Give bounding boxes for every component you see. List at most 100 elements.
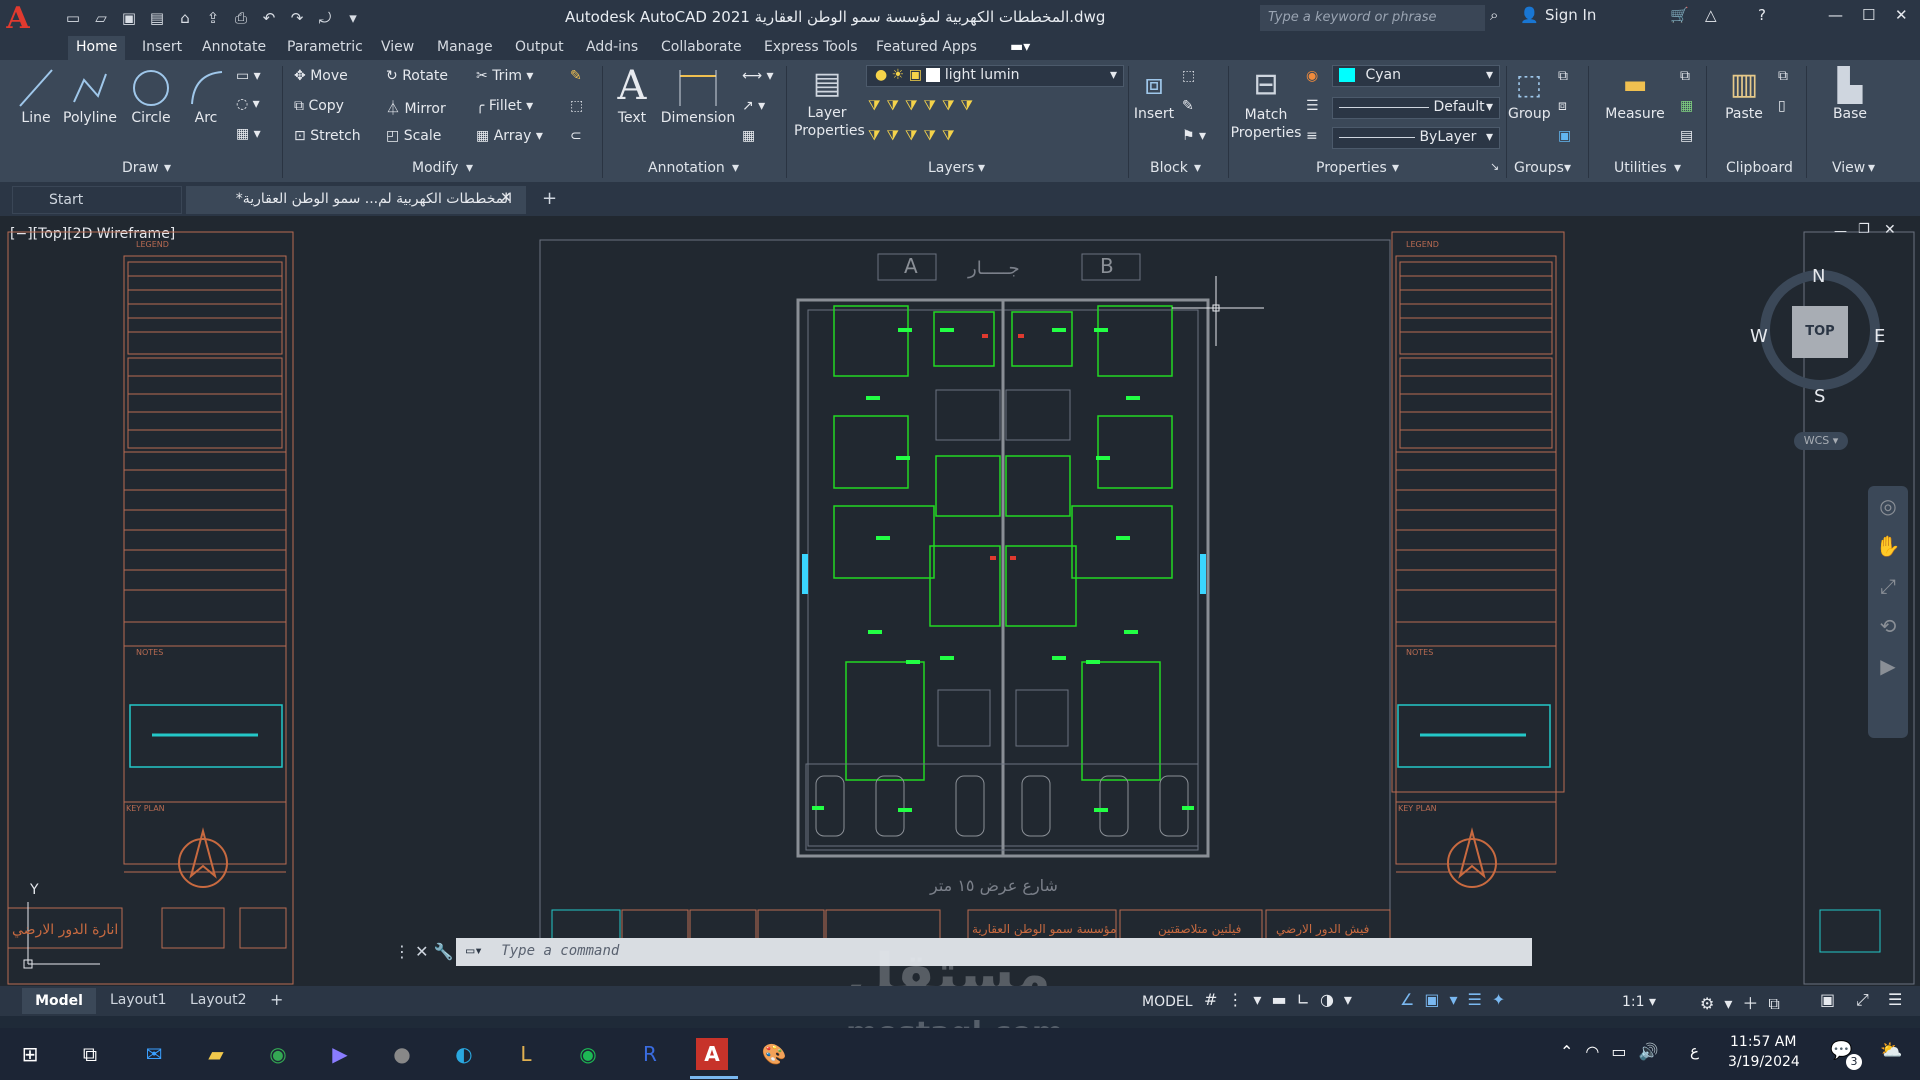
select-all-icon[interactable]: ▦ (1680, 98, 1693, 114)
edge-icon[interactable]: ◐ (448, 1038, 480, 1070)
group-button[interactable]: ⬚ Group (1508, 64, 1551, 122)
text-button[interactable]: A Text (610, 62, 654, 126)
fillet-button[interactable]: ╭ Fillet ▾ (476, 98, 533, 114)
chevron-down-icon[interactable]: ▾ (466, 160, 473, 176)
linear-dim-icon[interactable]: ⟷ ▾ (742, 68, 774, 84)
quick-select-icon[interactable]: ⧉ (1680, 68, 1690, 84)
scale-button[interactable]: ◰ Scale (386, 128, 441, 144)
plot-icon[interactable]: ⎙ (230, 7, 252, 29)
calculator-icon[interactable]: ▤ (1680, 128, 1693, 144)
windows-start-icon[interactable]: ⊞ (14, 1038, 46, 1070)
color-dropdown[interactable]: Cyan ▾ (1332, 65, 1500, 87)
explode-icon[interactable]: ⬚ (570, 98, 583, 114)
clipboard-panel-label[interactable]: Clipboard (1726, 160, 1793, 176)
tab-insert[interactable]: Insert (142, 39, 182, 55)
input-language[interactable]: ع (1690, 1042, 1699, 1060)
group-select-icon[interactable]: ▣ (1558, 128, 1571, 144)
tab-express-tools[interactable]: Express Tools (764, 39, 858, 55)
block-attr-icon[interactable]: ⚑ ▾ (1182, 128, 1206, 144)
polyline-button[interactable]: Polyline (62, 66, 118, 126)
layer-tools-row1[interactable]: ⧩⧩⧩⧩⧩⧩ (868, 98, 979, 114)
open-folder-icon[interactable]: ▱ (90, 7, 112, 29)
viewcube-south[interactable]: S (1814, 386, 1825, 407)
status-toggles-right[interactable]: ⚙▾＋⧉ (1700, 990, 1790, 1014)
close-tab-icon[interactable]: ✕ (500, 190, 512, 206)
viewport-close-icon[interactable]: ✕ (1884, 222, 1896, 238)
create-block-icon[interactable]: ⬚ (1182, 68, 1195, 84)
status-toggles-blue[interactable]: ∠▣▾☰✦ (1400, 990, 1515, 1009)
minimize-icon[interactable]: — (1828, 6, 1843, 24)
chrome-icon[interactable]: ◉ (262, 1038, 294, 1070)
chevron-down-icon[interactable]: ▾ (732, 160, 739, 176)
panel-launcher-icon[interactable]: ↘ (1490, 160, 1499, 173)
block-panel-label[interactable]: Block (1150, 160, 1188, 176)
search-icon[interactable]: ⌕ (1490, 6, 1498, 24)
chevron-down-icon[interactable]: ▾ (1868, 160, 1875, 176)
tab-addins[interactable]: Add-ins (586, 39, 638, 55)
help-search-input[interactable]: Type a keyword or phrase (1260, 5, 1485, 31)
video-editor-icon[interactable]: ▶ (324, 1038, 356, 1070)
tab-drawing-file[interactable]: المخططات الكهربية لم... سمو الوطن العقار… (186, 186, 526, 214)
hardware-accel-icon[interactable]: ▣ (1820, 990, 1835, 1009)
dimension-button[interactable]: Dimension (660, 66, 736, 126)
group-edit-icon[interactable]: ⧈ (1558, 98, 1567, 114)
clock-date[interactable]: 3/19/2024 (1728, 1054, 1800, 1070)
maximize-icon[interactable]: ☐ (1862, 6, 1875, 24)
cloud-open-icon[interactable]: ⌂ (174, 7, 196, 29)
revit-icon[interactable]: R (634, 1038, 666, 1070)
paint-icon[interactable]: 🎨 (758, 1038, 790, 1070)
linetype-icon[interactable]: ☰ (1306, 98, 1319, 114)
tab-parametric[interactable]: Parametric (287, 39, 363, 55)
save-as-icon[interactable]: ▤ (146, 7, 168, 29)
cut-icon[interactable]: ▯ (1778, 98, 1786, 114)
erase-icon[interactable]: ✎ (570, 68, 582, 84)
edit-block-icon[interactable]: ✎ (1182, 98, 1194, 114)
rotate-button[interactable]: ↻ Rotate (386, 68, 448, 84)
autocad-taskbar-icon[interactable]: A (696, 1038, 728, 1070)
copy-clip-icon[interactable]: ⧉ (1778, 68, 1788, 84)
file-explorer-icon[interactable]: ▰ (200, 1038, 232, 1070)
trim-button[interactable]: ✂ Trim ▾ (476, 68, 533, 84)
new-tab-icon[interactable]: + (542, 188, 557, 209)
base-view-button[interactable]: ▙ Base (1820, 64, 1880, 122)
utilities-panel-label[interactable]: Utilities (1614, 160, 1667, 176)
autocad-logo-icon[interactable]: A (0, 0, 36, 36)
showmotion-icon[interactable]: ▶ (1868, 646, 1908, 686)
steering-wheel-icon[interactable]: ◎ (1868, 486, 1908, 526)
color-wheel-icon[interactable]: ◉ (1306, 68, 1318, 84)
chevron-down-icon[interactable]: ▾ (1564, 160, 1571, 176)
layer-tools-row2[interactable]: ⧩⧩⧩⧩⧩ (868, 128, 960, 144)
layer-properties-button[interactable]: ▤ Layer Properties (794, 64, 865, 140)
layers-panel-label[interactable]: Layers (928, 160, 974, 176)
undo-icon[interactable]: ↶ (258, 7, 280, 29)
tab-start[interactable]: Start (12, 186, 182, 214)
lumion-icon[interactable]: L (510, 1038, 542, 1070)
match-properties-button[interactable]: ⊟ Match Properties (1230, 64, 1302, 142)
groups-panel-label[interactable]: Groups (1514, 160, 1564, 176)
array-button[interactable]: ▦ Array ▾ (476, 128, 543, 144)
circle-button[interactable]: Circle (128, 66, 174, 126)
tab-view[interactable]: View (381, 39, 414, 55)
stretch-button[interactable]: ⊡ Stretch (294, 128, 361, 144)
arc-button[interactable]: Arc (186, 66, 226, 126)
layer-dropdown[interactable]: ● ☀ ▣ light lumin ▾ (866, 65, 1124, 87)
draw-panel-label[interactable]: Draw (122, 160, 159, 176)
viewport-minimize-icon[interactable]: — (1834, 224, 1847, 239)
offset-icon[interactable]: ⊂ (570, 128, 582, 144)
annotation-panel-label[interactable]: Annotation (648, 160, 725, 176)
autodesk-app-icon[interactable]: △ (1705, 6, 1717, 24)
tab-layout2[interactable]: Layout2 (190, 992, 247, 1008)
spotify-icon[interactable]: ◉ (572, 1038, 604, 1070)
line-button[interactable]: Line (14, 66, 58, 126)
save-icon[interactable]: ▣ (118, 7, 140, 29)
orbit-icon[interactable]: ⟲ (1868, 606, 1908, 646)
model-space-toggle[interactable]: MODEL (1142, 994, 1193, 1010)
tab-layout1[interactable]: Layout1 (110, 992, 167, 1008)
ellipse-icon[interactable]: ◌ ▾ (236, 96, 260, 112)
task-view-icon[interactable]: ⧉ (74, 1038, 106, 1070)
viewcube-top-face[interactable]: TOP (1792, 306, 1848, 358)
new-file-icon[interactable]: ▭ (62, 7, 84, 29)
redo-icon[interactable]: ↷ (286, 7, 308, 29)
share-icon[interactable]: ⤾ (314, 7, 336, 29)
viewport-restore-icon[interactable]: ❐ (1858, 222, 1870, 237)
